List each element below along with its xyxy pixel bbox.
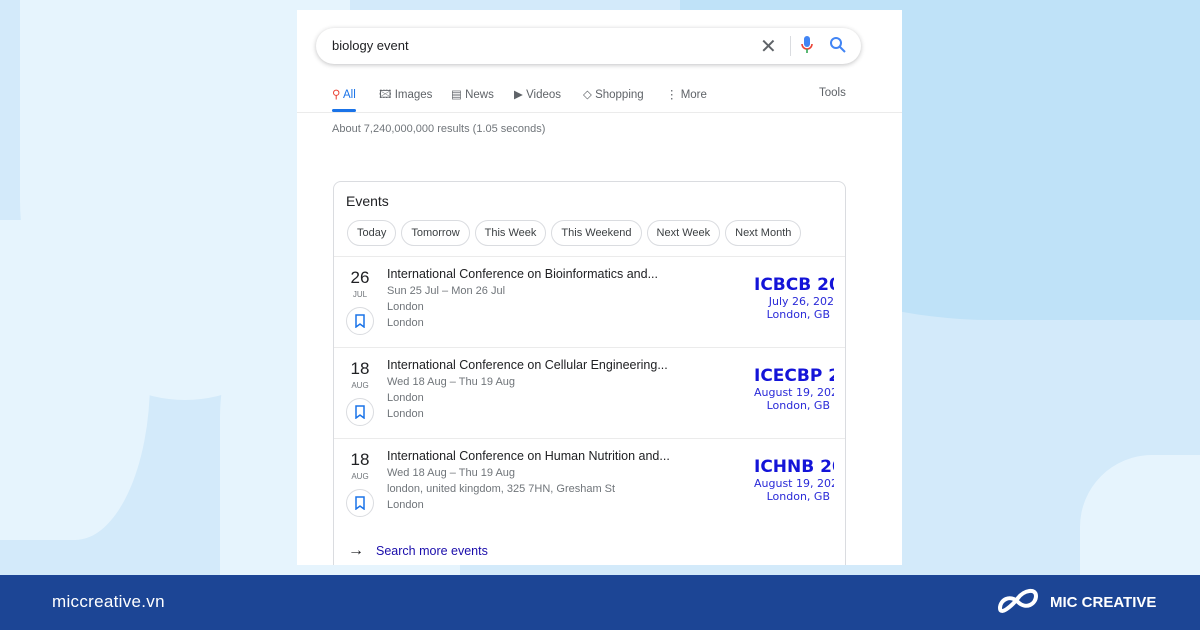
event-venue: London	[387, 392, 424, 404]
tab-all[interactable]: ⚲ All	[332, 87, 356, 112]
event-filters: Today Tomorrow This Week This Weekend Ne…	[347, 220, 802, 246]
search-results-screenshot: biology event ✕ ⚲ All 🖾 Images ▤ News ▶ …	[297, 10, 902, 565]
tab-news[interactable]: ▤ News	[451, 87, 494, 101]
event-title[interactable]: International Conference on Human Nutrit…	[387, 449, 670, 463]
filter-chip[interactable]: This Weekend	[551, 220, 642, 246]
bookmark-icon	[355, 405, 365, 419]
search-icon[interactable]	[829, 36, 847, 54]
filter-chip[interactable]: Today	[347, 220, 397, 246]
event-city: London	[387, 499, 424, 511]
result-stats: About 7,240,000,000 results (1.05 second…	[332, 123, 546, 135]
tab-videos[interactable]: ▶ Videos	[514, 87, 561, 101]
tab-images[interactable]: 🖾 Images	[379, 87, 432, 106]
divider	[297, 112, 902, 113]
tag-icon: ◇	[583, 89, 592, 101]
event-month: JUL	[352, 290, 368, 299]
event-item[interactable]: 18 AUG International Conference on Human…	[334, 438, 845, 529]
image-icon: 🖾	[379, 89, 392, 101]
footer-bar: miccreative.vn MIC CREATIVE	[0, 575, 1200, 630]
event-dates: Wed 18 Aug – Thu 19 Aug	[387, 376, 516, 388]
divider	[790, 36, 791, 56]
bookmark-icon	[355, 496, 365, 510]
event-thumbnail: ICBCB 20 July 26, 202 London, GB	[754, 275, 834, 321]
tools-button[interactable]: Tools	[819, 87, 846, 99]
event-dates: Sun 25 Jul – Mon 26 Jul	[387, 285, 506, 297]
event-title[interactable]: International Conference on Cellular Eng…	[387, 358, 668, 372]
event-dates: Wed 18 Aug – Thu 19 Aug	[387, 467, 516, 479]
search-box[interactable]: biology event ✕	[316, 28, 861, 64]
event-title[interactable]: International Conference on Bioinformati…	[387, 267, 658, 281]
bg-blob	[0, 220, 150, 540]
infinity-logo-icon	[997, 589, 1039, 613]
search-more-events-link[interactable]: → Search more events	[348, 542, 488, 560]
event-thumbnail: ICECBP 20August 19, 202London, GB	[754, 366, 834, 412]
event-day: 18	[350, 450, 370, 469]
event-venue: london, united kingdom, 325 7HN, Gresham…	[387, 483, 616, 495]
more-vert-icon: ⋮	[666, 89, 678, 101]
clear-icon[interactable]: ✕	[760, 34, 777, 59]
event-venue: London	[387, 301, 424, 313]
event-city: London	[387, 317, 424, 329]
bookmark-icon	[355, 314, 365, 328]
filter-chip[interactable]: Next Month	[725, 220, 802, 246]
bookmark-button[interactable]	[346, 489, 374, 517]
microphone-icon[interactable]	[800, 35, 814, 55]
search-input[interactable]: biology event	[332, 38, 409, 53]
site-url: miccreative.vn	[52, 592, 165, 611]
events-heading: Events	[346, 193, 389, 209]
tab-more[interactable]: ⋮ More	[666, 87, 707, 101]
event-item[interactable]: 26 JUL International Conference on Bioin…	[334, 256, 845, 347]
bookmark-button[interactable]	[346, 307, 374, 335]
news-icon: ▤	[451, 89, 462, 101]
brand-logo: MIC CREATIVE	[994, 588, 1156, 616]
tab-shopping[interactable]: ◇ Shopping	[583, 87, 644, 101]
event-city: London	[387, 408, 424, 420]
event-item[interactable]: 18 AUG International Conference on Cellu…	[334, 347, 845, 438]
events-card: Events Today Tomorrow This Week This Wee…	[333, 181, 846, 565]
bg-blob	[1080, 455, 1200, 575]
event-day: 18	[350, 359, 370, 378]
bookmark-button[interactable]	[346, 398, 374, 426]
search-icon: ⚲	[332, 89, 341, 101]
filter-chip[interactable]: Tomorrow	[401, 220, 470, 246]
filter-chip[interactable]: Next Week	[646, 220, 721, 246]
video-icon: ▶	[514, 89, 523, 101]
event-month: AUG	[351, 472, 369, 481]
filter-chip[interactable]: This Week	[474, 220, 547, 246]
arrow-right-icon: →	[348, 542, 364, 559]
event-thumbnail: ICHNB 202August 19, 202London, GB	[754, 457, 834, 503]
event-month: AUG	[351, 381, 369, 390]
event-day: 26	[350, 268, 370, 287]
